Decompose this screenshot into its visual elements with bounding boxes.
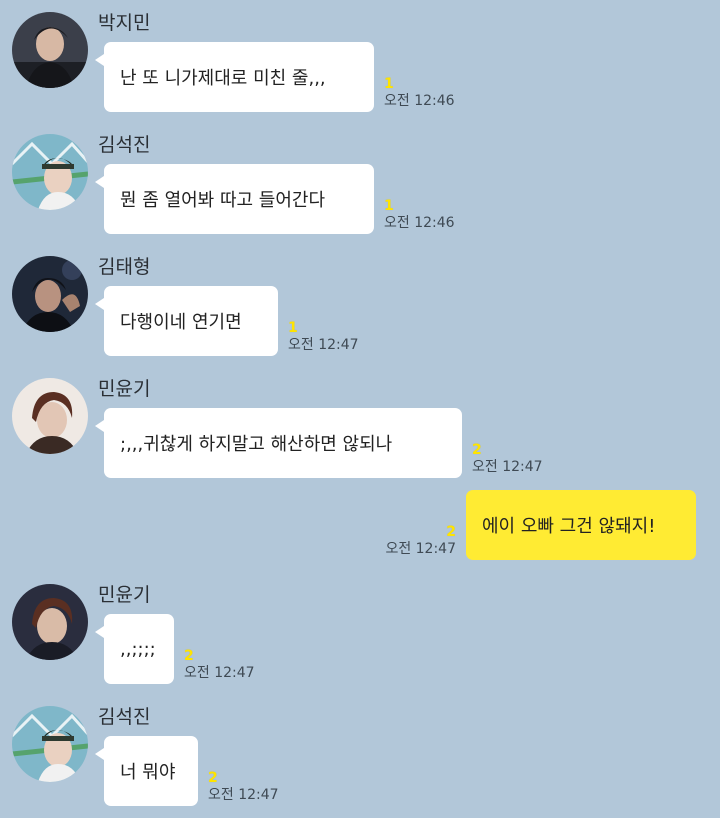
message-meta: 2 오전 12:47 [208,770,279,804]
message-time: 오전 12:47 [385,541,456,557]
message-text: 에이 오빠 그건 않돼지! [482,516,656,537]
message-text: ,,;;;; [120,638,156,660]
unread-count: 1 [384,198,394,214]
chat-screen: { "messages": [ {"sender": "박지민", "text"… [0,0,720,818]
message-bubble[interactable]: 뭔 좀 열어봐 따고 들어간다 [95,164,374,234]
message-meta: 1 오전 12:47 [288,320,359,354]
message-bubble[interactable]: ,,;;;; [95,614,174,684]
unread-count: 2 [446,524,456,540]
message-meta: 2 오전 12:47 [380,524,456,558]
message-text: 난 또 니가제대로 미친 줄,,, [120,68,326,89]
message-time: 오전 12:47 [184,665,255,681]
profile-avatar-jimin[interactable] [12,12,88,88]
message-time: 오전 12:46 [384,215,455,231]
message-text: 뭔 좀 열어봐 따고 들어간다 [120,190,326,211]
message-text: ;,,,귀찮게 하지말고 해산하면 않되나 [120,434,393,455]
message-time: 오전 12:47 [472,459,543,475]
message-time: 오전 12:46 [384,93,455,109]
message-time: 오전 12:47 [208,787,279,803]
message-time: 오전 12:47 [288,337,359,353]
message-bubble[interactable]: 다행이네 연기면 [95,286,278,356]
sender-name: 민윤기 [98,378,151,400]
profile-avatar-seokjin[interactable] [12,134,88,210]
unread-count: 2 [472,442,482,458]
profile-avatar-yoongi[interactable] [12,584,88,660]
profile-avatar-taehyung[interactable] [12,256,88,332]
sender-name: 김석진 [98,706,151,728]
message-meta: 2 오전 12:47 [472,442,543,476]
profile-avatar-seokjin[interactable] [12,706,88,782]
my-message-bubble[interactable]: 에이 오빠 그건 않돼지! [466,490,696,560]
unread-count: 1 [288,320,298,336]
message-meta: 1 오전 12:46 [384,198,455,232]
sender-name: 민윤기 [98,584,151,606]
message-meta: 2 오전 12:47 [184,648,255,682]
message-meta: 1 오전 12:46 [384,76,455,110]
unread-count: 2 [184,648,194,664]
message-bubble[interactable]: 난 또 니가제대로 미친 줄,,, [95,42,374,112]
sender-name: 김태형 [98,256,151,278]
message-bubble[interactable]: 너 뭐야 [95,736,198,806]
unread-count: 1 [384,76,394,92]
message-text: 다행이네 연기면 [120,312,242,333]
sender-name: 박지민 [98,12,151,34]
unread-count: 2 [208,770,218,786]
sender-name: 김석진 [98,134,151,156]
message-bubble[interactable]: ;,,,귀찮게 하지말고 해산하면 않되나 [95,408,462,478]
message-text: 너 뭐야 [120,762,176,783]
profile-avatar-yoongi[interactable] [12,378,88,454]
